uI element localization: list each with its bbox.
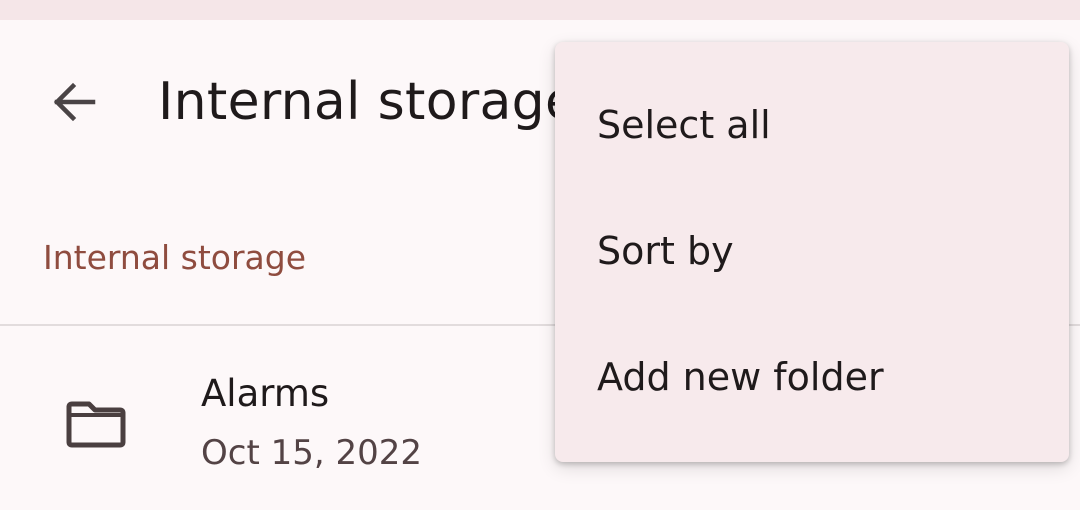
menu-item-select-all[interactable]: Select all bbox=[555, 62, 1069, 188]
overflow-menu: Select all Sort by Add new folder bbox=[555, 42, 1069, 462]
file-name: Alarms bbox=[201, 372, 330, 415]
back-button[interactable] bbox=[44, 72, 104, 132]
status-bar bbox=[0, 0, 1080, 20]
arrow-back-icon bbox=[51, 82, 97, 122]
menu-item-add-new-folder[interactable]: Add new folder bbox=[555, 314, 1069, 440]
file-date: Oct 15, 2022 bbox=[201, 433, 422, 473]
menu-item-sort-by[interactable]: Sort by bbox=[555, 188, 1069, 314]
breadcrumb[interactable]: Internal storage bbox=[43, 236, 306, 280]
folder-icon bbox=[64, 398, 128, 452]
page-title: Internal storage bbox=[158, 72, 578, 132]
